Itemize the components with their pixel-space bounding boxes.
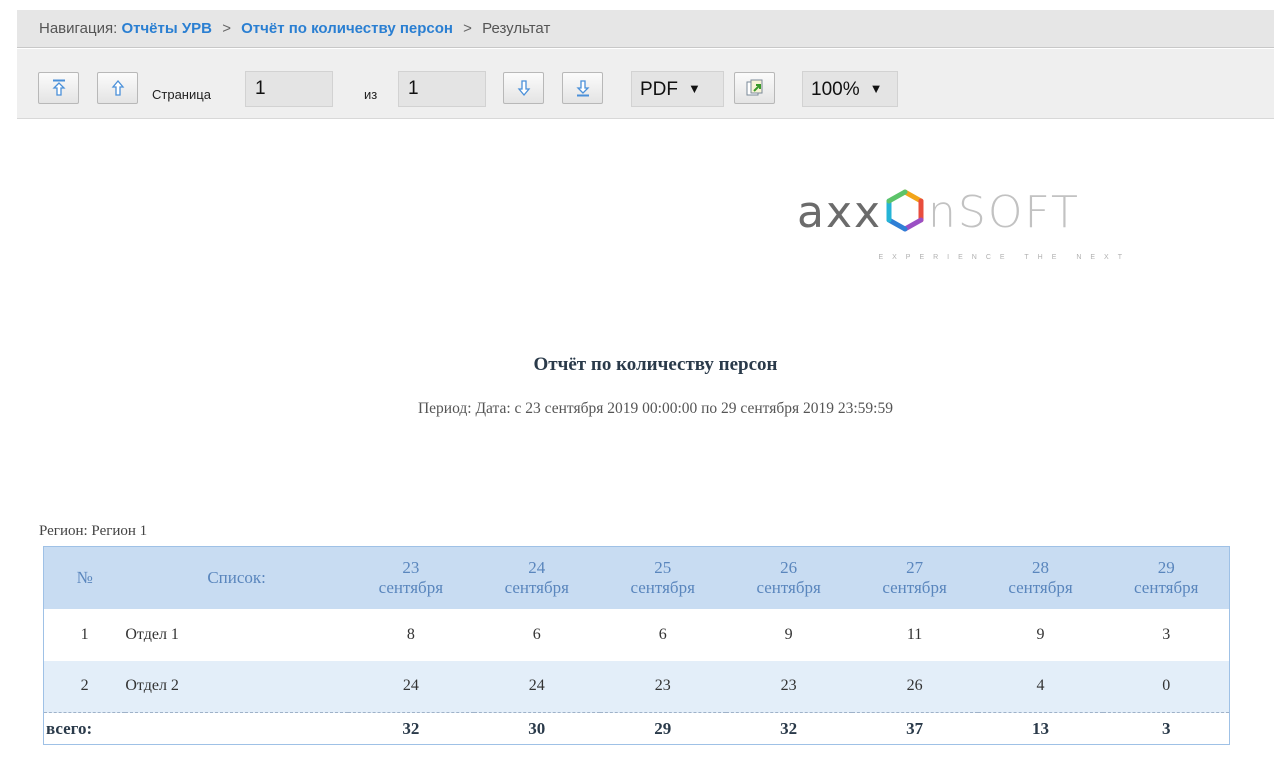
report-table: № Список: 23 сентября 24 сентября 25 сентяб… — [43, 546, 1230, 745]
next-page-button[interactable] — [503, 72, 544, 104]
report-toolbar: Страница 1 из 1 PDF ▼ 100% ▼ — [17, 49, 1274, 119]
zoom-value: 100% — [811, 79, 860, 100]
row-day-value: 23 — [725, 660, 852, 713]
breadcrumb-link-reports[interactable]: Отчёты УРВ — [121, 20, 212, 37]
column-header-day: 24 сентября — [473, 546, 600, 609]
total-value: 32 — [725, 712, 852, 745]
column-header-number: № — [43, 546, 126, 609]
row-department-name: Отдел 2 — [125, 660, 348, 713]
row-day-value: 9 — [784, 625, 793, 643]
column-header-day: 27 сентября — [851, 546, 978, 609]
row-day-value: 6 — [658, 625, 667, 643]
breadcrumb-separator: > — [222, 20, 231, 37]
last-page-button[interactable] — [562, 72, 603, 104]
row-number: 1 — [80, 625, 89, 643]
row-day-value: 26 — [851, 660, 978, 713]
zoom-select[interactable]: 100% ▼ — [802, 71, 898, 107]
region-label: Регион: Регион 1 — [39, 523, 148, 539]
previous-page-button[interactable] — [97, 72, 138, 104]
company-logo: axx nSOFT EXPERIENCE THE NEXT — [797, 180, 1137, 270]
total-value: 13 — [977, 712, 1104, 745]
first-page-icon — [51, 79, 66, 96]
last-page-icon — [575, 80, 590, 97]
total-label: всего: — [43, 712, 348, 745]
table-row: 1 Отдел 1 8 6 6 9 11 9 3 — [44, 609, 1230, 661]
row-day-value: 8 — [406, 625, 415, 643]
page-number-input[interactable]: 1 — [245, 71, 333, 107]
total-value: 32 — [347, 712, 474, 745]
arrow-down-icon — [517, 80, 530, 97]
row-number: 2 — [43, 660, 126, 713]
row-day-value: 0 — [1103, 660, 1230, 713]
column-header-list: Список: — [125, 546, 348, 609]
arrow-up-icon — [111, 79, 124, 96]
row-day-value: 24 — [347, 660, 474, 713]
breadcrumb-separator: > — [463, 20, 472, 37]
total-value: 30 — [473, 712, 600, 745]
row-day-value: 6 — [532, 625, 541, 643]
column-header-day: 26 сентября — [725, 546, 852, 609]
total-pages-field: 1 — [398, 71, 486, 107]
breadcrumb: Навигация: Отчёты УРВ > Отчёт по количес… — [17, 10, 1274, 48]
row-day-value: 3 — [1162, 625, 1171, 643]
breadcrumb-label: Навигация: — [39, 20, 118, 37]
report-period: Период: Дата: с 23 сентября 2019 00:00:0… — [417, 400, 893, 417]
logo-hexagon-icon — [886, 189, 924, 232]
row-department-name: Отдел 1 — [125, 625, 179, 643]
page-label: Страница — [152, 87, 211, 102]
of-label: из — [364, 87, 378, 102]
row-day-value: 9 — [1036, 625, 1045, 643]
column-header-day: 28 сентября — [977, 546, 1104, 609]
table-total-row: всего: 32 30 29 32 37 13 3 — [43, 712, 1230, 745]
dropdown-arrow-icon: ▼ — [688, 81, 701, 96]
table-row: 2 Отдел 2 24 24 23 23 26 4 0 — [43, 660, 1230, 713]
export-format-select[interactable]: PDF ▼ — [631, 71, 724, 107]
row-day-value: 4 — [977, 660, 1104, 713]
breadcrumb-link-person-count-report[interactable]: Отчёт по количеству персон — [241, 20, 453, 37]
column-header-day: 29 сентября — [1103, 546, 1230, 609]
export-format-value: PDF — [640, 79, 678, 100]
total-value: 37 — [851, 712, 978, 745]
export-icon — [746, 79, 762, 96]
dropdown-arrow-icon: ▼ — [869, 81, 883, 96]
row-day-value: 24 — [473, 660, 600, 713]
report-title: Отчёт по количеству персон — [533, 354, 778, 375]
logo-wordmark: axx nSOFT — [797, 187, 1080, 238]
column-header-day: 25 сентября — [599, 546, 726, 609]
total-value: 29 — [599, 712, 726, 745]
table-header-row: № Список: 23 сентября 24 сентября 25 сентяб… — [43, 546, 1230, 609]
first-page-button[interactable] — [38, 72, 79, 104]
logo-tagline: EXPERIENCE THE NEXT — [878, 254, 1131, 261]
column-header-day: 23 сентября — [347, 546, 474, 609]
row-day-value: 11 — [906, 625, 923, 643]
report-page: axx nSOFT EXPERIENCE THE NEXT Отчёт по к… — [37, 120, 1274, 764]
export-button[interactable] — [734, 72, 775, 104]
row-day-value: 23 — [599, 660, 726, 713]
total-value: 3 — [1103, 712, 1230, 745]
breadcrumb-current: Результат — [482, 20, 551, 37]
